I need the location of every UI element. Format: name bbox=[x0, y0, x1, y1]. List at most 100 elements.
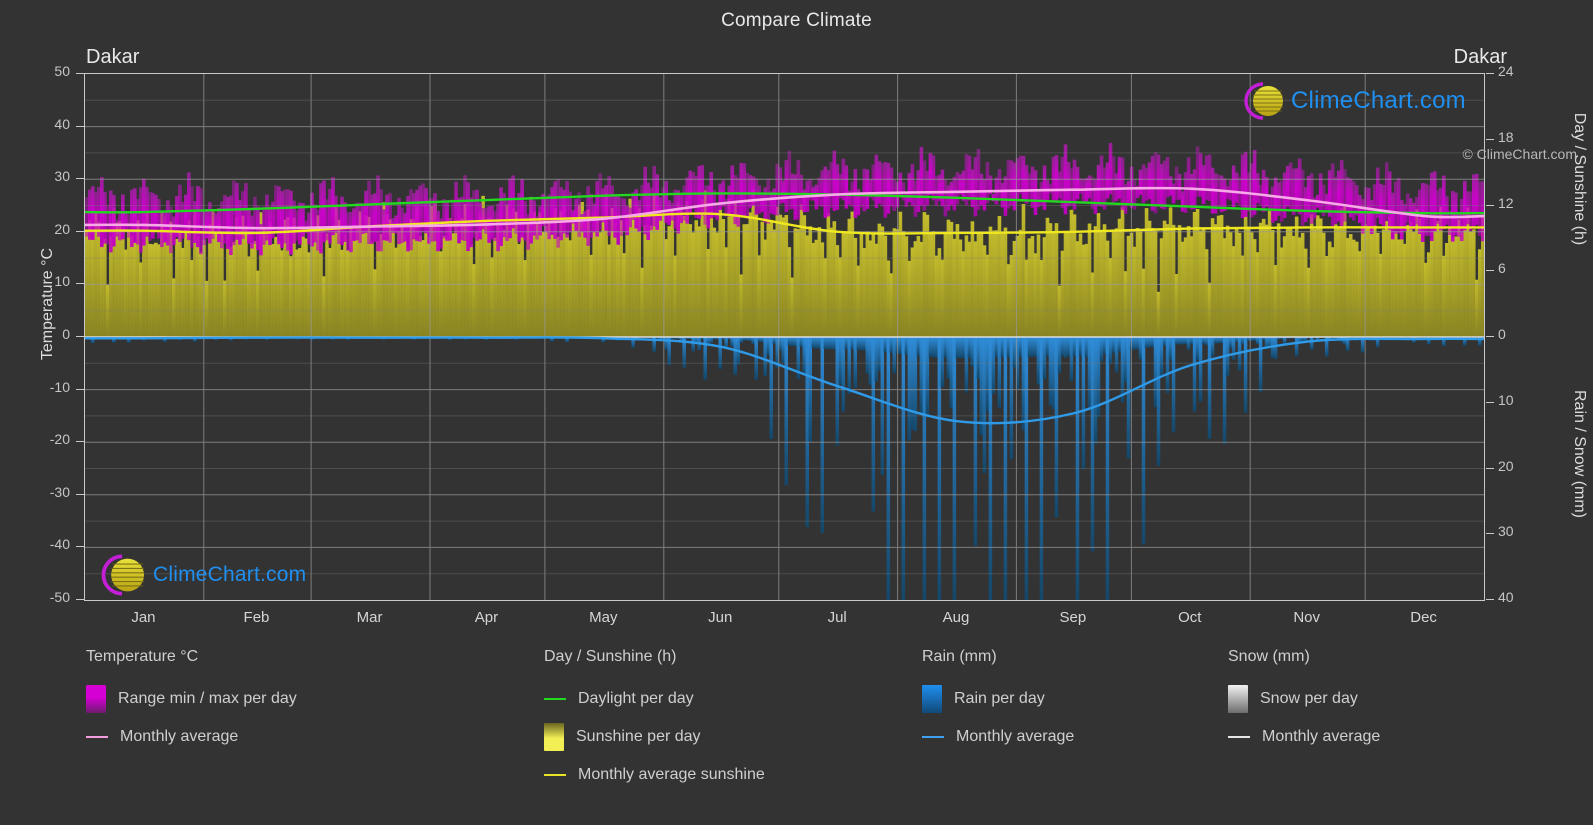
y-tick-mark-left bbox=[76, 441, 84, 442]
y-tick-mark-right-top bbox=[1486, 205, 1494, 206]
y-tick-right-bottom: 40 bbox=[1498, 589, 1542, 605]
climechart-logo-bottom[interactable]: ClimeChart.com bbox=[92, 552, 306, 598]
legend-item[interactable]: Rain per day bbox=[922, 680, 1074, 718]
x-tick-jun: Jun bbox=[660, 609, 780, 626]
y-tick-mark-left bbox=[76, 283, 84, 284]
legend-item-label: Range min / max per day bbox=[118, 690, 297, 708]
y-tick-left: -50 bbox=[26, 589, 70, 605]
climechart-mark-icon bbox=[1236, 80, 1288, 122]
x-tick-aug: Aug bbox=[896, 609, 1016, 626]
x-tick-may: May bbox=[543, 609, 663, 626]
x-tick-dec: Dec bbox=[1364, 609, 1484, 626]
y-tick-left: 40 bbox=[26, 116, 70, 132]
legend-swatch-box bbox=[922, 685, 942, 713]
x-tick-sep: Sep bbox=[1013, 609, 1133, 626]
y-tick-right-top: 6 bbox=[1498, 260, 1542, 276]
legend-swatch-box bbox=[1228, 685, 1248, 713]
legend-item[interactable]: Snow per day bbox=[1228, 680, 1380, 718]
y-tick-left: 10 bbox=[26, 273, 70, 289]
axis-title-day-sunshine-text: Day / Sunshine (h) bbox=[1570, 89, 1588, 269]
y-tick-mark-right-top bbox=[1486, 270, 1494, 271]
y-tick-left: 50 bbox=[26, 63, 70, 79]
climate-plot-svg bbox=[85, 74, 1484, 600]
legend-item-label: Daylight per day bbox=[578, 690, 694, 708]
legend-swatch-box bbox=[86, 685, 106, 713]
x-tick-feb: Feb bbox=[196, 609, 316, 626]
y-tick-mark-left bbox=[76, 599, 84, 600]
legend-item-label: Monthly average bbox=[956, 728, 1074, 746]
legend-item-label: Monthly average bbox=[120, 728, 238, 746]
legend-group-title: Temperature °C bbox=[86, 648, 297, 666]
legend-item-label: Snow per day bbox=[1260, 690, 1358, 708]
y-tick-right-bottom: 30 bbox=[1498, 523, 1542, 539]
legend-group-title: Day / Sunshine (h) bbox=[544, 648, 765, 666]
x-tick-jan: Jan bbox=[83, 609, 203, 626]
y-tick-mark-left bbox=[76, 73, 84, 74]
y-tick-right-bottom: 10 bbox=[1498, 392, 1542, 408]
legend-item[interactable]: Range min / max per day bbox=[86, 680, 297, 718]
legend-item-label: Rain per day bbox=[954, 690, 1045, 708]
legend-swatch-line bbox=[1228, 736, 1250, 738]
y-tick-right-top: 18 bbox=[1498, 129, 1542, 145]
legend-item-label: Sunshine per day bbox=[576, 728, 701, 746]
legend-group-1: Day / Sunshine (h) Daylight per day Sunshi… bbox=[544, 648, 765, 794]
y-tick-mark-right-top bbox=[1486, 139, 1494, 140]
page-title: Compare Climate bbox=[0, 10, 1593, 32]
plot-area[interactable] bbox=[84, 73, 1485, 601]
y-tick-mark-left bbox=[76, 178, 84, 179]
y-tick-left: -20 bbox=[26, 431, 70, 447]
legend-group-2: Rain (mm) Rain per day Monthly average bbox=[922, 648, 1074, 756]
y-tick-right-top: 12 bbox=[1498, 195, 1542, 211]
legend-swatch-line bbox=[922, 736, 944, 738]
location-label-left: Dakar bbox=[86, 46, 139, 69]
y-tick-mark-right-bottom bbox=[1486, 402, 1494, 403]
y-tick-mark-right-top bbox=[1486, 336, 1494, 337]
x-tick-nov: Nov bbox=[1247, 609, 1367, 626]
climechart-mark-icon bbox=[92, 552, 150, 598]
legend-item[interactable]: Monthly average sunshine bbox=[544, 756, 765, 794]
y-tick-mark-right-bottom bbox=[1486, 468, 1494, 469]
y-tick-mark-left bbox=[76, 126, 84, 127]
y-tick-right-top: 0 bbox=[1498, 326, 1542, 342]
legend-swatch-line bbox=[86, 736, 108, 738]
legend-item[interactable]: Monthly average bbox=[86, 718, 297, 756]
legend-item[interactable]: Sunshine per day bbox=[544, 718, 765, 756]
legend: Temperature °C Range min / max per day Mon… bbox=[0, 648, 1593, 825]
y-tick-mark-right-top bbox=[1486, 73, 1494, 74]
x-tick-mar: Mar bbox=[310, 609, 430, 626]
x-tick-apr: Apr bbox=[426, 609, 546, 626]
y-tick-mark-left bbox=[76, 336, 84, 337]
climechart-logo-top[interactable]: ClimeChart.com bbox=[1236, 80, 1466, 122]
y-tick-left: 0 bbox=[26, 326, 70, 342]
y-tick-left: 20 bbox=[26, 221, 70, 237]
legend-group-title: Snow (mm) bbox=[1228, 648, 1380, 666]
legend-swatch-line bbox=[544, 774, 566, 776]
legend-item-label: Monthly average sunshine bbox=[578, 766, 765, 784]
legend-item[interactable]: Monthly average bbox=[922, 718, 1074, 756]
legend-item[interactable]: Daylight per day bbox=[544, 680, 765, 718]
y-tick-right-bottom: 20 bbox=[1498, 458, 1542, 474]
legend-group-0: Temperature °C Range min / max per day Mon… bbox=[86, 648, 297, 756]
y-tick-mark-left bbox=[76, 494, 84, 495]
y-tick-mark-left bbox=[76, 231, 84, 232]
axis-title-rain-snow-text: Rain / Snow (mm) bbox=[1570, 364, 1588, 544]
legend-swatch-box bbox=[544, 723, 564, 751]
legend-group-3: Snow (mm) Snow per day Monthly average bbox=[1228, 648, 1380, 756]
legend-swatch-line bbox=[544, 698, 566, 700]
y-tick-mark-left bbox=[76, 546, 84, 547]
y-tick-mark-right-bottom bbox=[1486, 599, 1494, 600]
y-tick-left: -10 bbox=[26, 379, 70, 395]
y-tick-mark-right-bottom bbox=[1486, 533, 1494, 534]
y-tick-mark-left bbox=[76, 389, 84, 390]
y-tick-right-top: 24 bbox=[1498, 63, 1542, 79]
y-tick-left: 30 bbox=[26, 168, 70, 184]
legend-item-label: Monthly average bbox=[1262, 728, 1380, 746]
y-tick-left: -40 bbox=[26, 536, 70, 552]
climechart-wordmark-bottom: ClimeChart.com bbox=[153, 563, 306, 587]
x-tick-jul: Jul bbox=[777, 609, 897, 626]
copyright-label: © ClimeChart.com bbox=[1462, 146, 1577, 162]
x-tick-oct: Oct bbox=[1130, 609, 1250, 626]
legend-item[interactable]: Monthly average bbox=[1228, 718, 1380, 756]
climechart-wordmark-top: ClimeChart.com bbox=[1291, 87, 1466, 115]
legend-group-title: Rain (mm) bbox=[922, 648, 1074, 666]
